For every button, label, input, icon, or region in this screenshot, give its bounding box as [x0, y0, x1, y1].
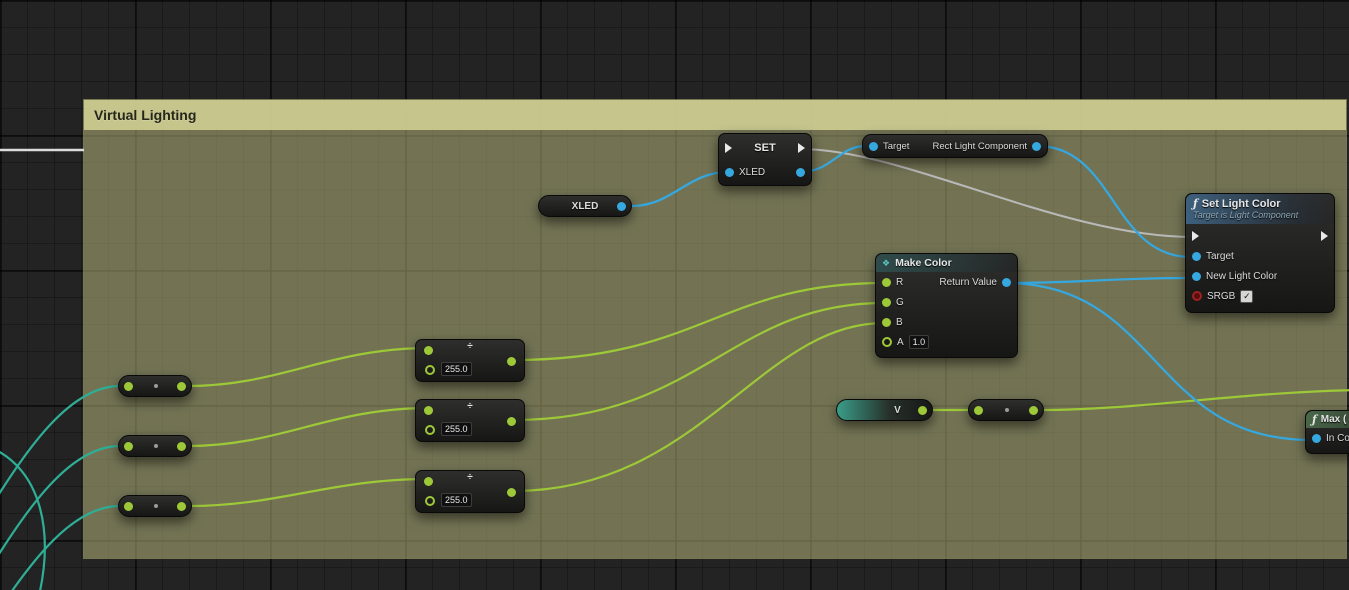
a-value-input[interactable]: 1.0 [909, 335, 930, 349]
set-light-color-subtitle: Target is Light Component [1193, 210, 1327, 220]
g-label: G [896, 297, 904, 308]
get-xled-label: XLED [572, 201, 599, 212]
divide-icon: ÷ [416, 341, 524, 352]
divide-value-input[interactable]: 255.0 [441, 422, 472, 436]
exec-in-pin[interactable] [725, 143, 732, 153]
node-divide-1[interactable]: ÷ 255.0 [415, 339, 525, 382]
node-reroute-1[interactable] [118, 375, 192, 397]
divide-output-pin[interactable] [507, 488, 516, 497]
node-reroute-4[interactable] [968, 399, 1044, 421]
struct-icon: ❖ [882, 258, 890, 269]
get-xled-output-pin[interactable] [617, 202, 626, 211]
node-get-rect-light-component[interactable]: Target Rect Light Component [862, 134, 1048, 158]
exec-out-pin[interactable] [1321, 231, 1328, 241]
divide-output-pin[interactable] [507, 357, 516, 366]
xled-output-pin[interactable] [796, 168, 805, 177]
node-make-color[interactable]: ❖ Make Color R Return Value G B A 1.0 [875, 253, 1018, 358]
reroute-input-pin[interactable] [974, 406, 983, 415]
divide-icon: ÷ [416, 401, 524, 412]
r-input-pin[interactable] [882, 278, 891, 287]
target-label: Target [1206, 251, 1234, 262]
g-input-pin[interactable] [882, 298, 891, 307]
node-reroute-3[interactable] [118, 495, 192, 517]
reroute-output-pin[interactable] [177, 382, 186, 391]
rect-output-pin[interactable] [1032, 142, 1041, 151]
divide-b-input-pin[interactable] [425, 365, 435, 375]
return-value-label: Return Value [939, 277, 997, 288]
divide-icon: ÷ [416, 472, 524, 483]
node-get-v[interactable]: V [836, 399, 933, 421]
reroute-dot [154, 384, 158, 388]
new-light-color-label: New Light Color [1206, 271, 1277, 282]
rect-target-input-pin[interactable] [869, 142, 878, 151]
comment-title: Virtual Lighting [94, 107, 196, 123]
reroute-dot [154, 504, 158, 508]
divide-b-input-pin[interactable] [425, 425, 435, 435]
reroute-output-pin[interactable] [177, 502, 186, 511]
return-value-output-pin[interactable] [1002, 278, 1011, 287]
wire-teal-4 [0, 448, 45, 590]
reroute-input-pin[interactable] [124, 442, 133, 451]
set-light-color-title: Set Light Color [1202, 198, 1281, 210]
a-input-pin[interactable] [882, 337, 892, 347]
srgb-checkbox[interactable]: ✓ [1240, 290, 1253, 303]
node-get-xled[interactable]: XLED [538, 195, 632, 217]
xled-input-pin[interactable] [725, 168, 734, 177]
get-v-output-pin[interactable] [918, 406, 927, 415]
divide-value-input[interactable]: 255.0 [441, 362, 472, 376]
max-title: Max ( [1321, 414, 1347, 425]
new-light-color-input-pin[interactable] [1192, 272, 1201, 281]
divide-b-input-pin[interactable] [425, 496, 435, 506]
function-icon: ƒ [1193, 197, 1198, 210]
node-set-light-color[interactable]: ƒ Set Light Color Target is Light Compon… [1185, 193, 1335, 313]
node-set-xled[interactable]: SET XLED [718, 133, 812, 186]
xled-input-label: XLED [739, 167, 765, 178]
max-input-label: In Co [1326, 433, 1349, 444]
node-max-float[interactable]: ƒ Max ( In Co [1305, 410, 1349, 454]
reroute-output-pin[interactable] [1029, 406, 1038, 415]
reroute-input-pin[interactable] [124, 382, 133, 391]
target-input-pin[interactable] [1192, 252, 1201, 261]
reroute-dot [154, 444, 158, 448]
max-input-pin[interactable] [1312, 434, 1321, 443]
srgb-label: SRGB [1207, 291, 1235, 302]
exec-out-pin[interactable] [798, 143, 805, 153]
node-divide-3[interactable]: ÷ 255.0 [415, 470, 525, 513]
function-icon: ƒ [1312, 413, 1317, 426]
comment-header[interactable]: Virtual Lighting [84, 100, 1346, 130]
blueprint-canvas[interactable]: Virtual Lighting SET [0, 0, 1349, 590]
reroute-dot [1005, 408, 1009, 412]
rect-output-label: Rect Light Component [932, 141, 1027, 152]
divide-output-pin[interactable] [507, 417, 516, 426]
get-v-label: V [868, 405, 901, 416]
node-reroute-2[interactable] [118, 435, 192, 457]
reroute-input-pin[interactable] [124, 502, 133, 511]
set-node-title: SET [754, 142, 775, 154]
srgb-input-pin[interactable] [1192, 291, 1202, 301]
b-label: B [896, 317, 903, 328]
reroute-output-pin[interactable] [177, 442, 186, 451]
comment-box-virtual-lighting: Virtual Lighting [83, 99, 1347, 559]
node-divide-2[interactable]: ÷ 255.0 [415, 399, 525, 442]
rect-target-label: Target [883, 141, 909, 152]
exec-in-pin[interactable] [1192, 231, 1199, 241]
a-label: A [897, 337, 904, 348]
divide-value-input[interactable]: 255.0 [441, 493, 472, 507]
r-label: R [896, 277, 903, 288]
make-color-title: Make Color [895, 257, 952, 269]
b-input-pin[interactable] [882, 318, 891, 327]
